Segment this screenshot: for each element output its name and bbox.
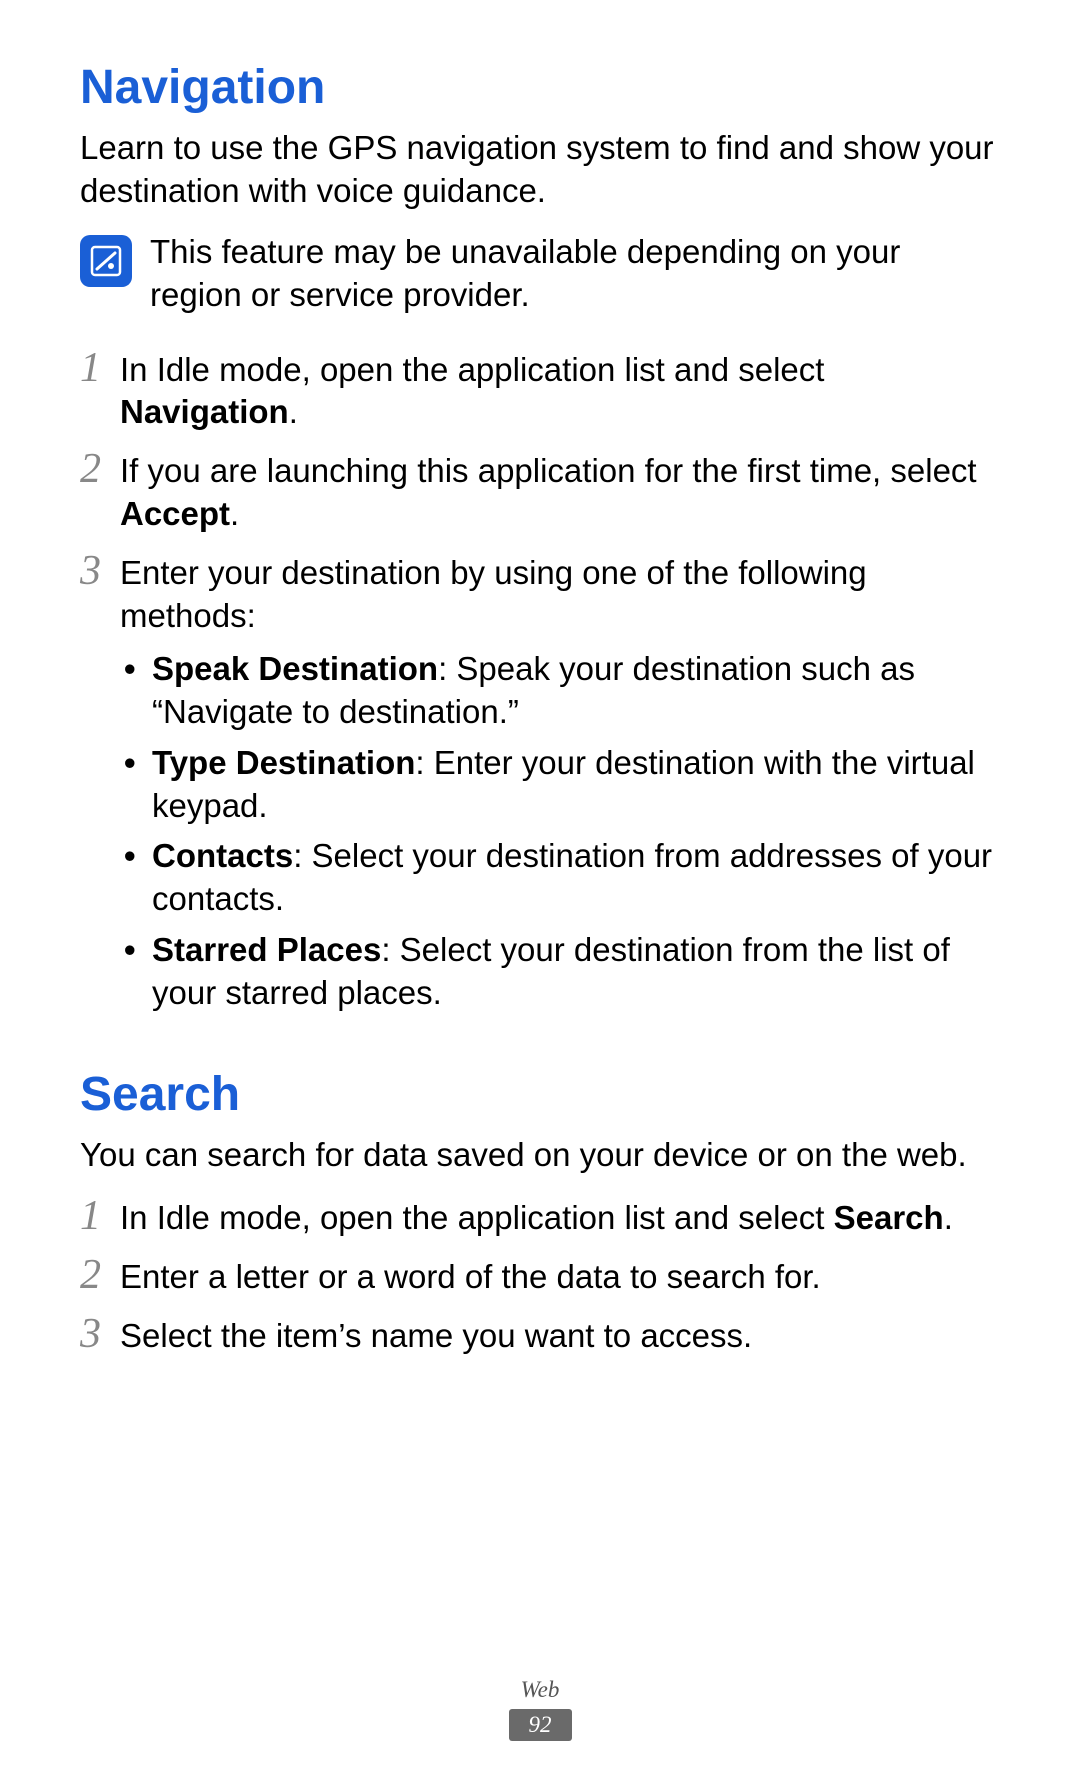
sub-bullet-list: • Speak Destination: Speak your destinat…	[120, 648, 1000, 1015]
note-icon	[80, 235, 132, 287]
step-item: 1 In Idle mode, open the application lis…	[80, 1195, 1000, 1240]
bullet-text: Starred Places: Select your destination …	[152, 929, 1000, 1015]
bullet-text: Contacts: Select your destination from a…	[152, 835, 1000, 921]
step-text: In Idle mode, open the application list …	[120, 347, 1000, 435]
bullet-bold: Type Destination	[152, 744, 415, 781]
page-footer: Web 92	[0, 1677, 1080, 1741]
step-text-bold: Search	[834, 1199, 944, 1236]
step-text-bold: Accept	[120, 495, 230, 532]
step-text-fragment: In Idle mode, open the application list …	[120, 1199, 834, 1236]
bullet-bold: Contacts	[152, 837, 293, 874]
step-text-fragment: If you are launching this application fo…	[120, 452, 977, 489]
note-block: This feature may be unavailable dependin…	[80, 231, 1000, 317]
step-text: Select the item’s name you want to acces…	[120, 1313, 1000, 1358]
step-number: 1	[80, 347, 120, 389]
list-item: • Starred Places: Select your destinatio…	[120, 929, 1000, 1015]
step-item: 1 In Idle mode, open the application lis…	[80, 347, 1000, 435]
search-heading: Search	[80, 1067, 1000, 1122]
step-number: 1	[80, 1195, 120, 1237]
step-text-fragment: .	[230, 495, 239, 532]
bullet-icon: •	[124, 835, 152, 921]
bullet-icon: •	[124, 742, 152, 828]
list-item: • Type Destination: Enter your destinati…	[120, 742, 1000, 828]
step-text: In Idle mode, open the application list …	[120, 1195, 1000, 1240]
step-text-fragment: In Idle mode, open the application list …	[120, 351, 824, 388]
step-text-fragment: .	[944, 1199, 953, 1236]
step-text: Enter your destination by using one of t…	[120, 550, 1000, 1023]
bullet-text: Type Destination: Enter your destination…	[152, 742, 1000, 828]
step-item: 3 Enter your destination by using one of…	[80, 550, 1000, 1023]
page-number-badge: 92	[509, 1709, 572, 1741]
step-item: 3 Select the item’s name you want to acc…	[80, 1313, 1000, 1358]
step-text-fragment: Enter your destination by using one of t…	[120, 554, 867, 634]
note-text: This feature may be unavailable dependin…	[150, 231, 1000, 317]
list-item: • Contacts: Select your destination from…	[120, 835, 1000, 921]
step-text-bold: Navigation	[120, 393, 289, 430]
step-number: 2	[80, 1254, 120, 1296]
step-text: If you are launching this application fo…	[120, 448, 1000, 536]
navigation-intro: Learn to use the GPS navigation system t…	[80, 127, 1000, 213]
search-intro: You can search for data saved on your de…	[80, 1134, 1000, 1177]
step-number: 3	[80, 550, 120, 592]
bullet-bold: Starred Places	[152, 931, 381, 968]
list-item: • Speak Destination: Speak your destinat…	[120, 648, 1000, 734]
step-text: Enter a letter or a word of the data to …	[120, 1254, 1000, 1299]
bullet-text: Speak Destination: Speak your destinatio…	[152, 648, 1000, 734]
step-item: 2 If you are launching this application …	[80, 448, 1000, 536]
bullet-icon: •	[124, 929, 152, 1015]
footer-category: Web	[0, 1677, 1080, 1703]
step-number: 3	[80, 1313, 120, 1355]
step-number: 2	[80, 448, 120, 490]
step-item: 2 Enter a letter or a word of the data t…	[80, 1254, 1000, 1299]
bullet-bold: Speak Destination	[152, 650, 438, 687]
step-text-fragment: .	[289, 393, 298, 430]
navigation-heading: Navigation	[80, 60, 1000, 115]
navigation-steps: 1 In Idle mode, open the application lis…	[80, 347, 1000, 1023]
search-steps: 1 In Idle mode, open the application lis…	[80, 1195, 1000, 1358]
bullet-icon: •	[124, 648, 152, 734]
